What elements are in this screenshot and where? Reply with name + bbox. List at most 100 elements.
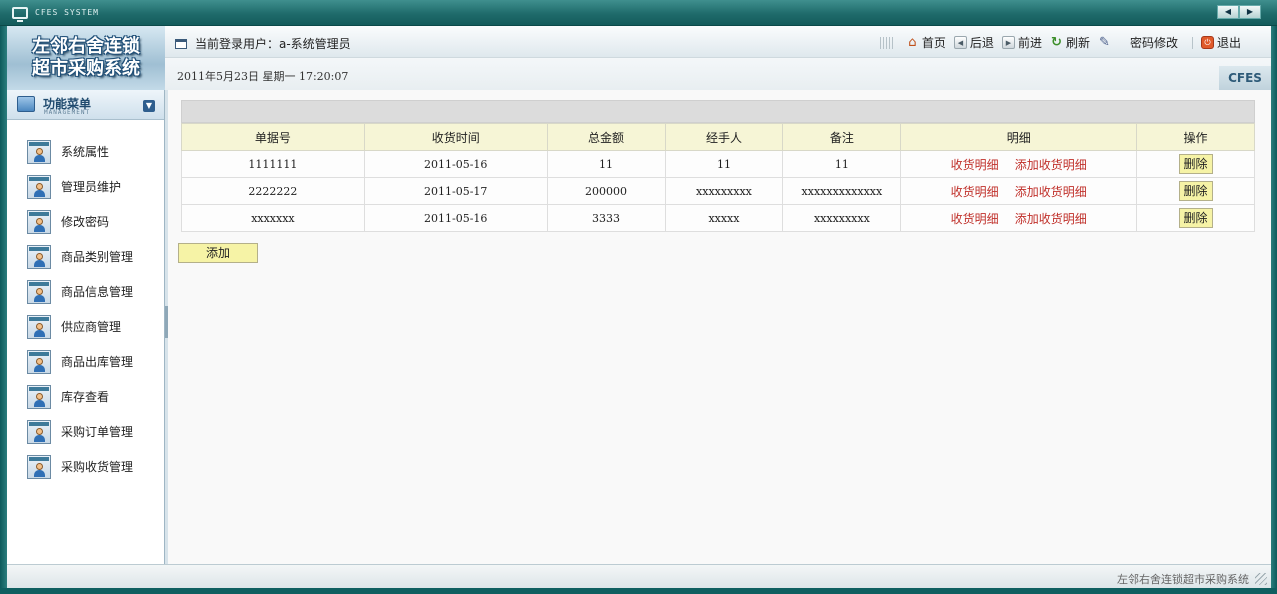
resize-grip-icon[interactable] bbox=[1255, 573, 1267, 585]
delete-button[interactable]: 删除 bbox=[1178, 154, 1213, 174]
table-row: xxxxxxx 2011-05-16 3333 xxxxx xxxxxxxxx … bbox=[181, 204, 1255, 232]
current-user-label: 当前登录用户：a-系统管理员 bbox=[195, 37, 351, 51]
menu-header[interactable]: 功能菜单 MANAGEMENT ▼ bbox=[7, 90, 164, 120]
sidebar-item-category-management[interactable]: 商品类别管理 bbox=[7, 239, 164, 274]
cell-actions: 删除 bbox=[1136, 177, 1255, 205]
forward-label: 前进 bbox=[1017, 36, 1042, 50]
frame-bottom bbox=[0, 588, 1277, 594]
home-link[interactable]: ⌂ 首页 bbox=[906, 34, 946, 51]
cell-id: 1111111 bbox=[181, 150, 365, 178]
collapse-chevron-icon[interactable]: ▼ bbox=[143, 100, 155, 112]
sidebar-item-supplier-management[interactable]: 供应商管理 bbox=[7, 309, 164, 344]
column-header: 操作 bbox=[1136, 123, 1255, 151]
cell-detail: 收货明细 添加收货明细 bbox=[900, 150, 1138, 178]
column-header: 单据号 bbox=[181, 123, 365, 151]
user-window-icon bbox=[27, 349, 51, 374]
logo-line-1: 左邻右舍连锁 bbox=[32, 36, 140, 57]
power-icon: ⏻ bbox=[1200, 36, 1214, 49]
cell-actions: 删除 bbox=[1136, 150, 1255, 178]
sidebar-item-label: 商品信息管理 bbox=[61, 285, 134, 299]
sidebar: 功能菜单 MANAGEMENT ▼ 系统属性 管理员维护 修改密码 商品类别管理… bbox=[7, 90, 165, 564]
status-text: 左邻右舍连锁超市采购系统 bbox=[1117, 573, 1249, 586]
home-icon: ⌂ bbox=[908, 35, 917, 50]
window-titlebar: CFES SYSTEM ◀ ▶ bbox=[0, 0, 1277, 26]
column-header: 总金额 bbox=[546, 123, 666, 151]
user-window-icon bbox=[27, 244, 51, 269]
add-button[interactable]: 添加 bbox=[178, 243, 258, 263]
monitor-icon bbox=[12, 7, 28, 22]
cell-note: 11 bbox=[782, 150, 902, 178]
sidebar-item-outbound-management[interactable]: 商品出库管理 bbox=[7, 344, 164, 379]
delete-button[interactable]: 删除 bbox=[1178, 208, 1213, 228]
sidebar-item-label: 商品类别管理 bbox=[61, 250, 134, 264]
cell-amount: 11 bbox=[546, 150, 666, 178]
app-logo: 左邻右舍连锁 超市采购系统 bbox=[7, 26, 165, 90]
cell-id: 2222222 bbox=[181, 177, 365, 205]
sidebar-item-purchase-receiving[interactable]: 采购收货管理 bbox=[7, 449, 164, 484]
frame-right bbox=[1271, 26, 1277, 594]
logout-link[interactable]: ⏻ 退出 bbox=[1200, 34, 1241, 51]
forward-icon: ▶ bbox=[1001, 36, 1015, 49]
cell-handler: xxxxx bbox=[664, 204, 784, 232]
cell-amount: 3333 bbox=[546, 204, 666, 232]
table-row: 2222222 2011-05-17 200000 xxxxxxxxx xxxx… bbox=[181, 177, 1255, 205]
refresh-link[interactable]: ↻ 刷新 bbox=[1050, 34, 1090, 51]
window-icon bbox=[175, 38, 187, 49]
next-arrow-icon[interactable]: ▶ bbox=[1239, 5, 1261, 19]
main-content: 单据号 收货时间 总金额 经手人 备注 明细 操作 1111111 2011-0… bbox=[168, 90, 1271, 564]
sidebar-item-purchase-orders[interactable]: 采购订单管理 bbox=[7, 414, 164, 449]
delete-button[interactable]: 删除 bbox=[1178, 181, 1213, 201]
grid-toolbar bbox=[181, 100, 1255, 123]
user-window-icon bbox=[27, 139, 51, 164]
date-bar: 2011年5月23日 星期一 17:20:07 CFES bbox=[165, 58, 1271, 90]
view-detail-link[interactable]: 收货明细 bbox=[951, 212, 999, 226]
view-detail-link[interactable]: 收货明细 bbox=[951, 158, 999, 172]
back-link[interactable]: ◀ 后退 bbox=[953, 34, 994, 51]
top-toolbar: 当前登录用户：a-系统管理员 ⌂ 首页 ◀ 后退 ▶ 前进 ↻ 刷新 ✎ 密码修 bbox=[165, 26, 1271, 58]
status-bar: 左邻右舍连锁超市采购系统 bbox=[7, 564, 1271, 588]
column-header: 收货时间 bbox=[363, 123, 548, 151]
cell-amount: 200000 bbox=[546, 177, 666, 205]
add-detail-link[interactable]: 添加收货明细 bbox=[1015, 158, 1087, 172]
prev-arrow-icon[interactable]: ◀ bbox=[1217, 5, 1239, 19]
sidebar-item-product-info[interactable]: 商品信息管理 bbox=[7, 274, 164, 309]
add-detail-link[interactable]: 添加收货明细 bbox=[1015, 212, 1087, 226]
user-window-icon bbox=[27, 174, 51, 199]
cell-actions: 删除 bbox=[1136, 204, 1255, 232]
cell-handler: xxxxxxxxx bbox=[664, 177, 784, 205]
sidebar-item-system-properties[interactable]: 系统属性 bbox=[7, 134, 164, 169]
cell-time: 2011-05-16 bbox=[363, 204, 548, 232]
refresh-label: 刷新 bbox=[1065, 36, 1090, 50]
home-label: 首页 bbox=[921, 36, 946, 50]
sidebar-item-inventory-view[interactable]: 库存查看 bbox=[7, 379, 164, 414]
brand-tag: CFES bbox=[1219, 66, 1271, 90]
sidebar-item-label: 商品出库管理 bbox=[61, 355, 134, 369]
cell-id: xxxxxxx bbox=[181, 204, 365, 232]
cell-handler: 11 bbox=[664, 150, 784, 178]
menu-folder-icon bbox=[17, 96, 35, 112]
sidebar-item-change-password[interactable]: 修改密码 bbox=[7, 204, 164, 239]
window-nav-buttons: ◀ ▶ bbox=[1217, 5, 1261, 19]
forward-link[interactable]: ▶ 前进 bbox=[1001, 34, 1042, 51]
window-title: CFES SYSTEM bbox=[35, 8, 99, 17]
sidebar-item-label: 库存查看 bbox=[61, 390, 110, 404]
sidebar-item-label: 供应商管理 bbox=[61, 320, 122, 334]
menu-subtitle: MANAGEMENT bbox=[44, 109, 91, 116]
add-detail-link[interactable]: 添加收货明细 bbox=[1015, 185, 1087, 199]
pencil-note-icon: ✎ bbox=[1099, 35, 1110, 50]
cell-time: 2011-05-16 bbox=[363, 150, 548, 178]
sidebar-item-label: 修改密码 bbox=[61, 215, 110, 229]
column-header: 备注 bbox=[782, 123, 902, 151]
menu-list: 系统属性 管理员维护 修改密码 商品类别管理 商品信息管理 供应商管理 商品出库… bbox=[7, 120, 164, 484]
column-header: 经手人 bbox=[664, 123, 784, 151]
sidebar-item-label: 采购收货管理 bbox=[61, 460, 134, 474]
change-password-link[interactable]: ✎ 密码修改 bbox=[1098, 34, 1178, 51]
table-row: 1111111 2011-05-16 11 11 11 收货明细 添加收货明细 删… bbox=[181, 150, 1255, 178]
sidebar-item-label: 管理员维护 bbox=[61, 180, 122, 194]
sidebar-item-admin-maintenance[interactable]: 管理员维护 bbox=[7, 169, 164, 204]
view-detail-link[interactable]: 收货明细 bbox=[951, 185, 999, 199]
refresh-icon: ↻ bbox=[1051, 35, 1062, 50]
user-window-icon bbox=[27, 209, 51, 234]
cell-note: xxxxxxxxxxxxx bbox=[782, 177, 902, 205]
cell-note: xxxxxxxxx bbox=[782, 204, 902, 232]
